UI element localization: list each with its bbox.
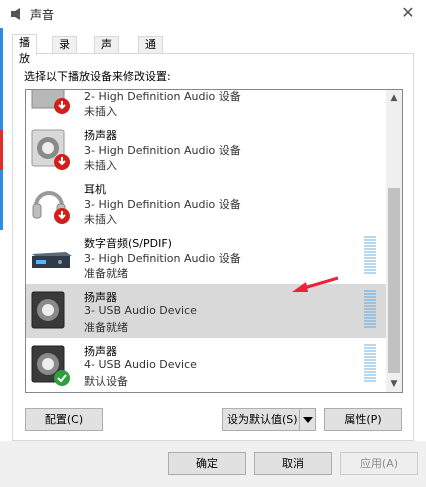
device-name: 扬声器 <box>84 345 117 358</box>
default-check-icon <box>54 370 70 386</box>
speaker-icon <box>30 342 74 388</box>
device-status: 默认设备 <box>84 375 128 388</box>
volume-meter <box>364 290 376 330</box>
tab-recording[interactable]: 录制 <box>52 36 77 67</box>
device-description: 3- High Definition Audio 设备 <box>84 252 241 265</box>
device-status: 准备就绪 <box>84 321 128 334</box>
device-name: 扬声器 <box>84 129 117 142</box>
speaker-partial-icon <box>30 90 74 118</box>
chevron-up-icon: ▲ <box>390 93 398 103</box>
volume-meter <box>364 236 376 276</box>
set-default-label: 设为默认值(S) <box>227 413 298 426</box>
device-description: 3- High Definition Audio 设备 <box>84 198 241 211</box>
device-status: 准备就绪 <box>84 267 128 280</box>
device-description: 2- High Definition Audio 设备 <box>84 90 241 103</box>
spdif-icon <box>30 234 74 280</box>
properties-button[interactable]: 属性(P) <box>324 408 402 431</box>
annotation-arrow-icon <box>292 276 339 292</box>
tab-playback[interactable]: 播放 <box>12 34 37 65</box>
scroll-thumb[interactable] <box>388 188 400 373</box>
speaker-icon <box>30 126 74 172</box>
device-list[interactable]: 2- High Definition Audio 设备 未插入 扬声器 3- H… <box>25 89 403 393</box>
list-item[interactable]: 2- High Definition Audio 设备 未插入 <box>26 90 387 122</box>
device-name: 数字音频(S/PDIF) <box>84 237 172 250</box>
window-title: 声音 <box>30 8 55 22</box>
tab-sounds[interactable]: 声音 <box>94 36 119 67</box>
close-icon: ✕ <box>401 3 415 22</box>
device-description: 4- USB Audio Device <box>84 358 197 371</box>
volume-meter <box>364 344 376 384</box>
chevron-down-icon: ▼ <box>390 379 398 389</box>
device-description: 3- USB Audio Device <box>84 304 197 317</box>
chevron-down-icon[interactable] <box>299 409 315 430</box>
device-status: 未插入 <box>84 159 117 172</box>
list-item[interactable]: 扬声器 3- High Definition Audio 设备 未插入 <box>26 122 387 176</box>
speaker-icon <box>30 288 74 334</box>
speaker-app-icon <box>11 8 20 20</box>
headphones-icon <box>30 180 74 226</box>
device-status: 未插入 <box>84 105 117 118</box>
ok-button[interactable]: 确定 <box>168 452 246 475</box>
title-bar: 声音 ✕ <box>0 0 426 28</box>
list-item[interactable]: 耳机 3- High Definition Audio 设备 未插入 <box>26 176 387 230</box>
close-button[interactable]: ✕ <box>398 4 418 22</box>
device-name: 耳机 <box>84 183 106 196</box>
scroll-down-button[interactable]: ▼ <box>386 376 402 392</box>
cancel-button[interactable]: 取消 <box>254 452 332 475</box>
scroll-up-button[interactable]: ▲ <box>386 90 402 106</box>
tab-communications[interactable]: 通信 <box>138 36 163 67</box>
set-default-button[interactable]: 设为默认值(S) <box>222 408 316 431</box>
instruction-text: 选择以下播放设备来修改设置: <box>24 70 171 83</box>
device-status: 未插入 <box>84 213 117 226</box>
list-scrollbar[interactable]: ▲ ▼ <box>386 90 402 392</box>
list-item[interactable]: 扬声器 4- USB Audio Device 默认设备 <box>26 338 387 392</box>
device-description: 3- High Definition Audio 设备 <box>84 144 241 157</box>
apply-button[interactable]: 应用(A) <box>340 452 418 475</box>
background-window-strip <box>0 0 3 487</box>
configure-button[interactable]: 配置(C) <box>25 408 103 431</box>
device-name: 扬声器 <box>84 291 117 304</box>
